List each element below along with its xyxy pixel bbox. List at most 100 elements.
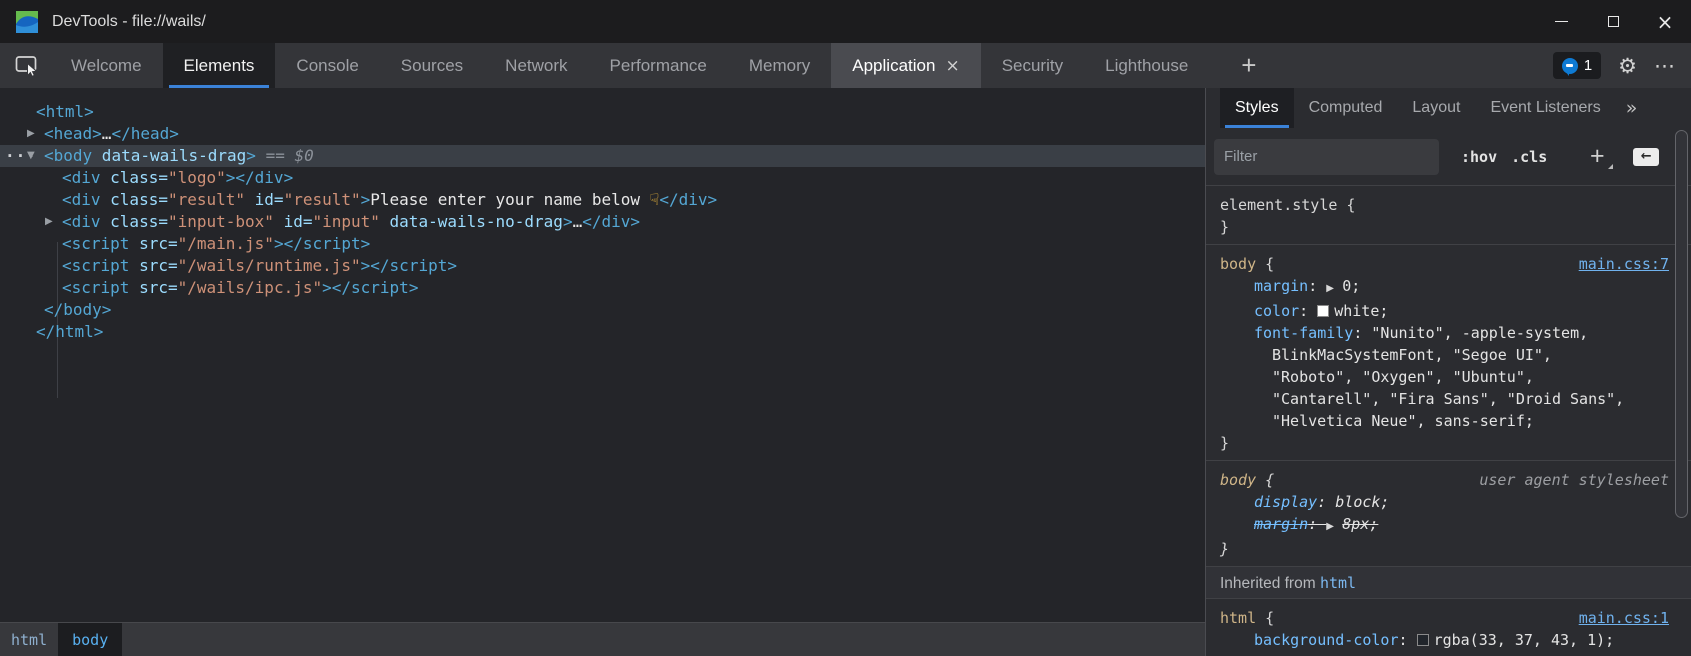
color-swatch[interactable] <box>1417 634 1429 646</box>
dom-tree[interactable]: <html>▶<head>…</head>···▼<body data-wail… <box>0 88 1205 622</box>
window-title: DevTools - file://wails/ <box>52 13 206 31</box>
dom-tree-row-9[interactable]: </body> <box>0 299 1205 321</box>
tab-label: Memory <box>749 56 810 76</box>
element-classes-button[interactable]: .cls <box>1511 148 1547 166</box>
sidebar-tab-computed[interactable]: Computed <box>1294 88 1398 128</box>
new-style-rule-button[interactable]: + <box>1585 142 1609 171</box>
property-name[interactable]: background-color <box>1254 631 1399 649</box>
breadcrumb-item-body[interactable]: body <box>58 623 122 656</box>
dom-token-txt: Please enter your name below <box>370 190 649 209</box>
box-arrow-left-icon[interactable]: ← <box>1633 148 1659 166</box>
open-brace: { <box>1256 253 1274 275</box>
property-name[interactable]: font-family <box>1254 324 1353 342</box>
dom-tree-row-7[interactable]: <script src="/wails/runtime.js"></script… <box>0 255 1205 277</box>
property-value: rgba(33, 37, 43, 1); <box>1434 631 1615 649</box>
dom-token-txt: … <box>573 212 583 231</box>
dom-token-attr: class= <box>101 168 168 187</box>
close-button[interactable]: × <box>1639 0 1691 43</box>
minimize-icon <box>1555 21 1568 22</box>
expand-arrow-icon[interactable]: ▶ <box>27 123 35 145</box>
dom-token-tag: <script <box>62 234 129 253</box>
rule-selector[interactable]: body <box>1220 253 1256 275</box>
sidebar-tabs: StylesComputedLayoutEvent Listeners » <box>1206 88 1691 128</box>
tab-security[interactable]: Security <box>981 43 1084 88</box>
devtools-main: <html>▶<head>…</head>···▼<body data-wail… <box>0 88 1691 656</box>
color-swatch[interactable] <box>1317 305 1329 317</box>
property-name[interactable]: display <box>1254 493 1317 511</box>
css-property-row: color: white; <box>1220 300 1677 322</box>
dom-tree-row-1[interactable]: ▶<head>…</head> <box>0 123 1205 145</box>
toggle-element-state-button[interactable]: :hov <box>1461 148 1497 166</box>
more-tools-button[interactable]: + <box>1227 43 1270 88</box>
expand-value-arrow-icon[interactable]: ▶ <box>1326 278 1342 300</box>
property-name[interactable]: margin <box>1254 277 1308 295</box>
dom-token-attr: id= <box>274 212 313 231</box>
minimize-button[interactable] <box>1535 0 1587 43</box>
property-colon: : <box>1308 515 1326 533</box>
tab-sources[interactable]: Sources <box>380 43 484 88</box>
tab-network[interactable]: Network <box>484 43 588 88</box>
expand-arrow-icon[interactable]: ▶ <box>45 211 53 233</box>
inspect-element-button[interactable] <box>4 43 50 88</box>
styles-rules-list: element.style {}body {main.css:7margin: … <box>1206 186 1691 656</box>
sidebar-tab-event-listeners[interactable]: Event Listeners <box>1475 88 1615 128</box>
maximize-icon <box>1608 16 1619 27</box>
dom-tree-row-8[interactable]: <script src="/wails/ipc.js"></script> <box>0 277 1205 299</box>
dom-tree-row-2[interactable]: ···▼<body data-wails-drag> == $0 <box>0 145 1205 167</box>
breadcrumb-item-html[interactable]: html <box>0 623 58 656</box>
dom-token-attr: src= <box>129 256 177 275</box>
more-sidebar-tabs-icon[interactable]: » <box>1626 88 1638 128</box>
panel-tabs: WelcomeElementsConsoleSources Network Perf… <box>50 43 1209 88</box>
dom-tree-row-10[interactable]: </html> <box>0 321 1205 343</box>
sidebar-tab-layout[interactable]: Layout <box>1397 88 1475 128</box>
dom-tree-row-3[interactable]: <div class="logo"></div> <box>0 167 1205 189</box>
css-property-row: margin: ▶0; <box>1220 275 1677 300</box>
customize-menu-icon[interactable]: ⋯ <box>1654 54 1676 78</box>
settings-gear-icon[interactable]: ⚙ <box>1618 54 1637 78</box>
tab-welcome[interactable]: Welcome <box>50 43 163 88</box>
property-colon: : <box>1299 302 1317 320</box>
window-controls: × <box>1535 0 1691 43</box>
rule-selector[interactable]: element.style <box>1220 194 1337 216</box>
band-node-link[interactable]: html <box>1320 574 1356 592</box>
stylesheet-link[interactable]: main.css:7 <box>1579 253 1669 275</box>
issues-counter-button[interactable]: 1 <box>1553 52 1601 79</box>
property-name[interactable]: color <box>1254 302 1299 320</box>
rule-selector[interactable]: body <box>1220 469 1256 491</box>
collapse-arrow-icon[interactable]: ▼ <box>27 145 35 167</box>
styles-filter-input[interactable] <box>1214 139 1439 175</box>
property-value-wrap: BlinkMacSystemFont, "Segoe UI", <box>1220 344 1677 366</box>
tab-label: Network <box>505 56 567 76</box>
dom-tree-row-6[interactable]: <script src="/main.js"></script> <box>0 233 1205 255</box>
tab-label: Security <box>1002 56 1063 76</box>
dom-tree-row-0[interactable]: <html> <box>0 101 1205 123</box>
expand-value-arrow-icon[interactable]: ▶ <box>1326 516 1342 538</box>
dom-token-tag: > <box>563 212 573 231</box>
tab-elements[interactable]: Elements <box>163 43 276 88</box>
property-name[interactable]: margin <box>1254 515 1308 533</box>
rule-selector[interactable]: html <box>1220 607 1256 629</box>
sidebar-tab-styles[interactable]: Styles <box>1220 88 1294 128</box>
dom-tree-row-4[interactable]: <div class="result" id="result">Please e… <box>0 189 1205 211</box>
rule-header: element.style { <box>1220 194 1677 216</box>
dom-token-tag: ></ <box>361 256 390 275</box>
tab-label: Performance <box>610 56 707 76</box>
open-brace: { <box>1337 194 1355 216</box>
tab-lighthouse[interactable]: Lighthouse <box>1084 43 1209 88</box>
tab-memory[interactable]: Memory <box>728 43 831 88</box>
tab-application[interactable]: Application× <box>831 43 980 88</box>
styles-scrollbar-thumb[interactable] <box>1675 130 1688 518</box>
tab-performance[interactable]: Performance <box>589 43 728 88</box>
issues-count: 1 <box>1584 57 1592 74</box>
dom-tree-row-5[interactable]: ▶<div class="input-box" id="input" data-… <box>0 211 1205 233</box>
dom-token-tag: <head> <box>44 124 102 143</box>
tab-console[interactable]: Console <box>275 43 379 88</box>
stylesheet-link[interactable]: main.css:1 <box>1579 607 1669 629</box>
rule-header: body { main.css:7 <box>1220 253 1677 275</box>
maximize-button[interactable] <box>1587 0 1639 43</box>
dom-token-val: "logo" <box>168 168 226 187</box>
tab-close-icon[interactable]: × <box>945 56 959 76</box>
dom-token-tag: </head> <box>111 124 178 143</box>
property-value: block; <box>1335 493 1389 511</box>
band-text: Inherited from <box>1220 575 1320 592</box>
